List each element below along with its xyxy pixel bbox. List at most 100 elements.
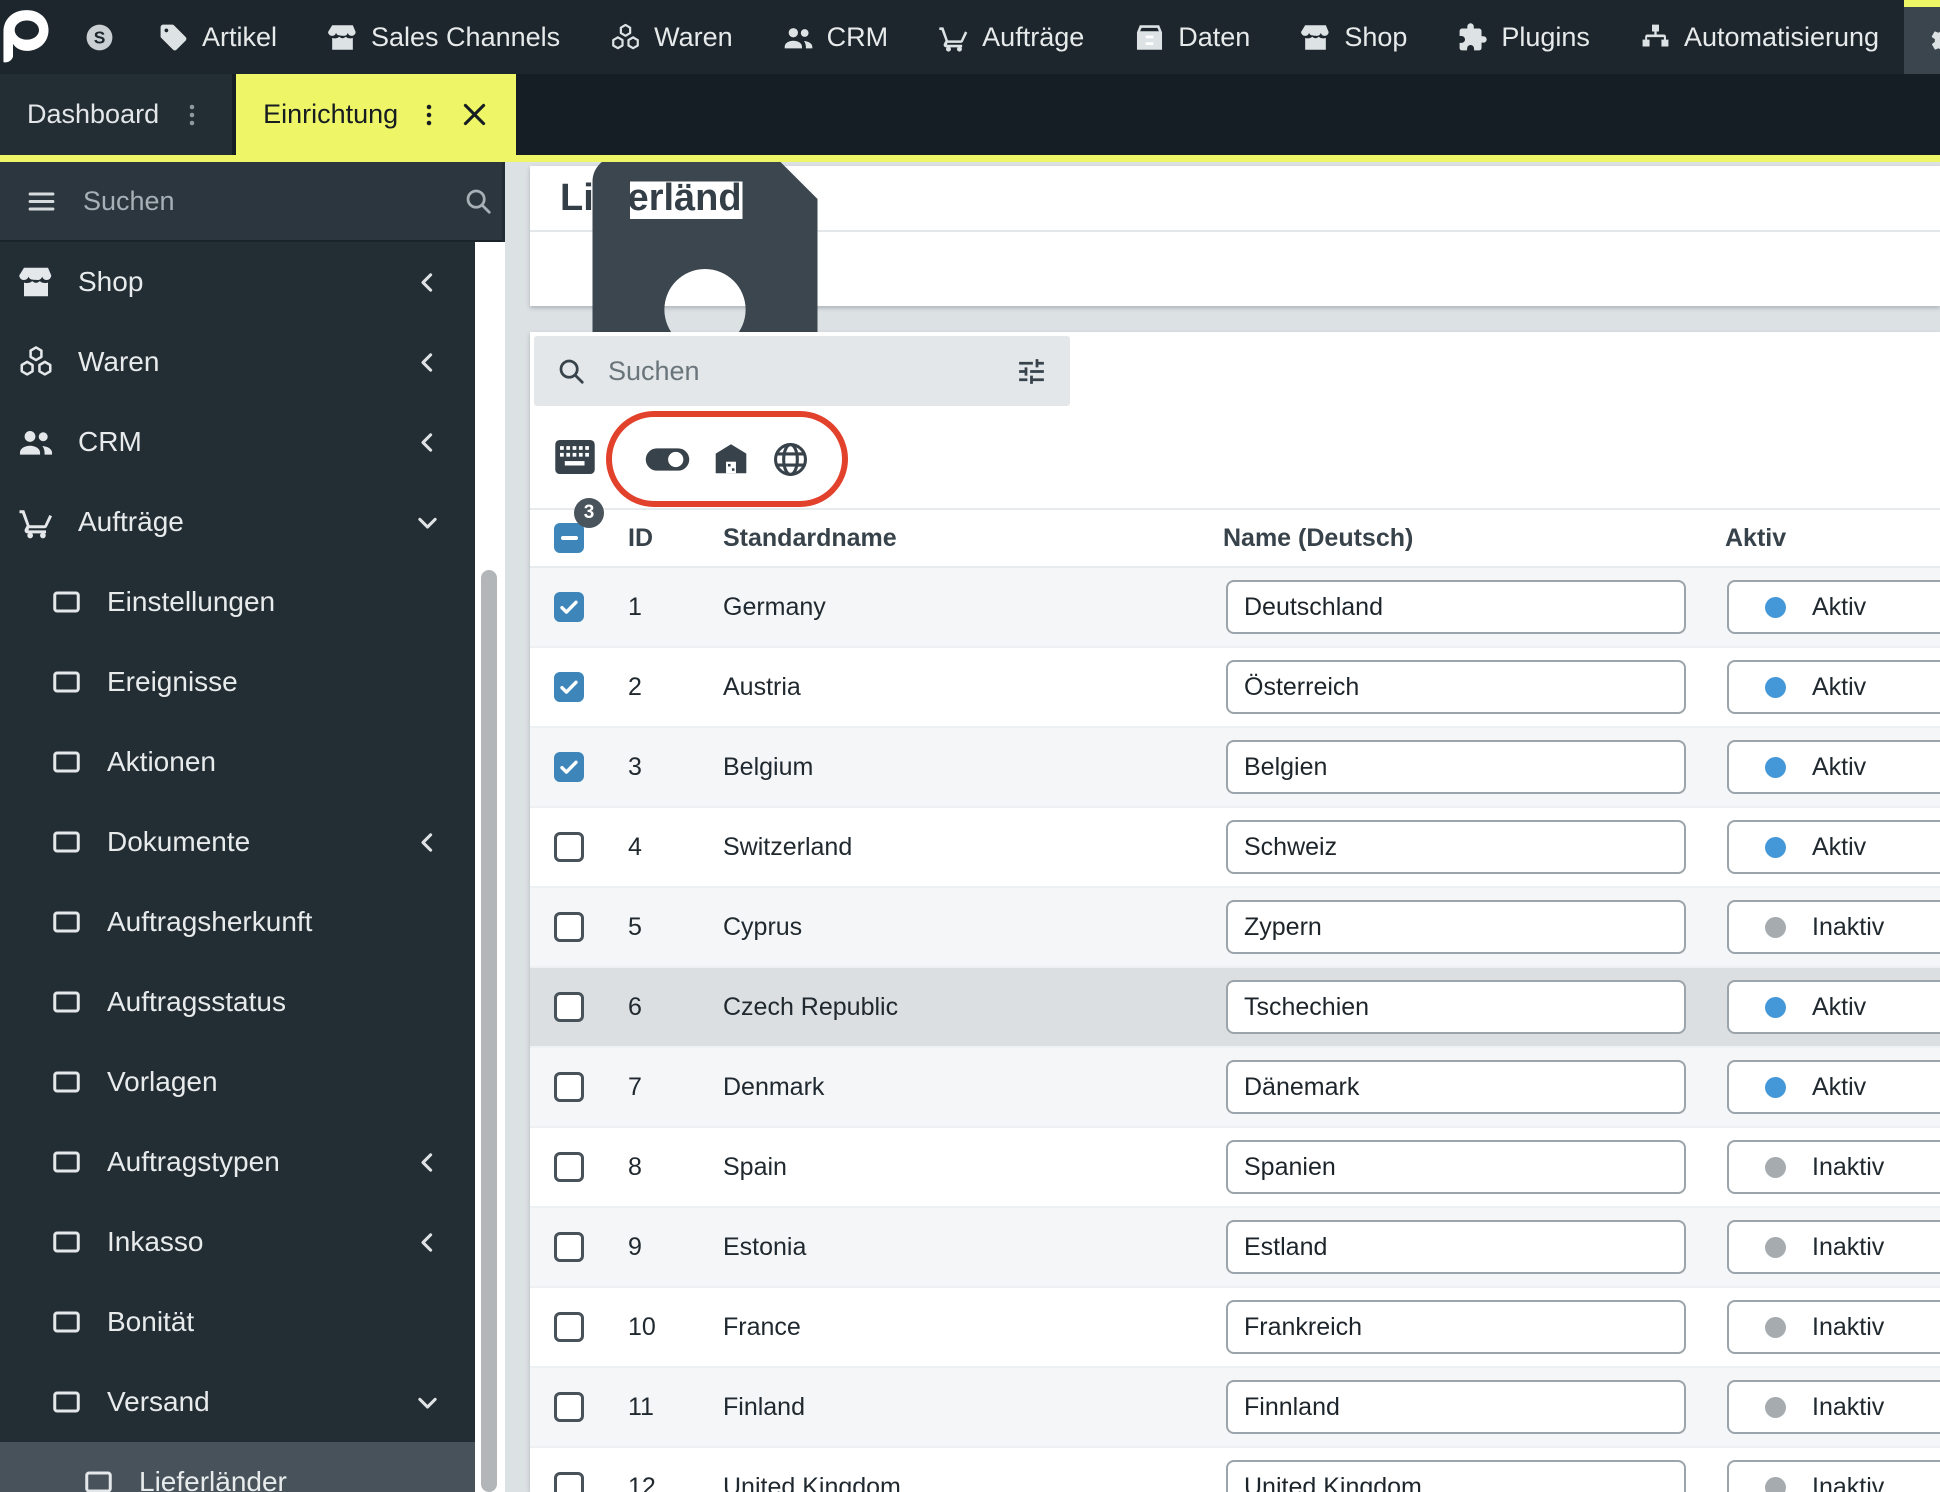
nav-item-s-coin[interactable]: S (66, 0, 133, 74)
menu-hamburger-icon[interactable] (26, 186, 57, 217)
column-header-id[interactable]: ID (628, 524, 723, 553)
name-de-input[interactable] (1226, 660, 1686, 714)
nav-item-artikel[interactable]: Artikel (133, 0, 302, 74)
table-search-input[interactable] (608, 355, 993, 387)
nav-item-shop[interactable]: Shop (1275, 0, 1432, 74)
row-checkbox[interactable] (554, 992, 584, 1022)
active-select[interactable]: Inaktiv (1727, 1140, 1940, 1194)
sidebar-item-vorlagen[interactable]: Vorlagen (0, 1042, 475, 1122)
row-checkbox[interactable] (554, 1392, 584, 1422)
sidebar-item-bonit-t[interactable]: Bonität (0, 1282, 475, 1362)
active-select[interactable]: Aktiv (1727, 980, 1940, 1034)
tab-dashboard[interactable]: Dashboard (0, 74, 233, 155)
sidebar-item-inkasso[interactable]: Inkasso (0, 1202, 475, 1282)
nav-item-auftr-ge[interactable]: Aufträge (913, 0, 1109, 74)
name-de-input[interactable] (1226, 1060, 1686, 1114)
name-de-input[interactable] (1226, 1300, 1686, 1354)
row-checkbox[interactable] (554, 1472, 584, 1492)
sidebar-item-crm[interactable]: CRM (0, 402, 475, 482)
table-row[interactable]: 9 Estonia Inaktiv (530, 1208, 1940, 1288)
active-select[interactable]: Inaktiv (1727, 1460, 1940, 1492)
active-select[interactable]: Aktiv (1727, 580, 1940, 634)
table-row[interactable]: 3 Belgium Aktiv (530, 728, 1940, 808)
table-row[interactable]: 10 France Inaktiv (530, 1288, 1940, 1368)
warehouse-icon[interactable] (713, 441, 749, 477)
row-checkbox[interactable] (554, 1152, 584, 1182)
row-checkbox[interactable] (554, 672, 584, 702)
name-de-input[interactable] (1226, 820, 1686, 874)
active-select[interactable]: Aktiv (1727, 660, 1940, 714)
active-select[interactable]: Inaktiv (1727, 1380, 1940, 1434)
globe-icon[interactable] (771, 440, 810, 479)
name-de-input[interactable] (1226, 1460, 1686, 1492)
sidebar-item-dokumente[interactable]: Dokumente (0, 802, 475, 882)
sidebar-item-auftragstypen[interactable]: Auftragstypen (0, 1122, 475, 1202)
sidebar-scrollbar-thumb[interactable] (481, 570, 497, 1492)
name-de-input[interactable] (1226, 580, 1686, 634)
toggle-active-icon[interactable] (644, 445, 691, 474)
table-row[interactable]: 7 Denmark Aktiv (530, 1048, 1940, 1128)
kebab-menu-icon[interactable] (179, 102, 205, 128)
row-checkbox[interactable] (554, 832, 584, 862)
sidebar-item-versand[interactable]: Versand (0, 1362, 475, 1442)
nav-item-daten[interactable]: Daten (1109, 0, 1275, 74)
table-row[interactable]: 1 Germany Aktiv (530, 568, 1940, 648)
sidebar-item-waren[interactable]: Waren (0, 322, 475, 402)
filter-tune-icon[interactable] (1015, 355, 1048, 388)
name-de-input[interactable] (1226, 740, 1686, 794)
name-de-input[interactable] (1226, 1220, 1686, 1274)
column-header-name-de[interactable]: Name (Deutsch) (1223, 524, 1698, 553)
tab-bar: Dashboard Einrichtung (0, 74, 1940, 155)
sidebar-item-auftragsstatus[interactable]: Auftragsstatus (0, 962, 475, 1042)
nav-item-waren[interactable]: Waren (585, 0, 758, 74)
active-select[interactable]: Inaktiv (1727, 1220, 1940, 1274)
sidebar-item-shop[interactable]: Shop (0, 242, 475, 322)
name-de-input[interactable] (1226, 980, 1686, 1034)
row-checkbox[interactable] (554, 592, 584, 622)
row-checkbox[interactable] (554, 1232, 584, 1262)
row-checkbox[interactable] (554, 1312, 584, 1342)
name-de-input[interactable] (1226, 1140, 1686, 1194)
svg-text:S: S (94, 27, 106, 47)
search-icon[interactable] (463, 186, 493, 216)
tab-einrichtung[interactable]: Einrichtung (236, 74, 517, 155)
active-select[interactable]: Aktiv (1727, 820, 1940, 874)
sidebar-item-aktionen[interactable]: Aktionen (0, 722, 475, 802)
table-row[interactable]: 8 Spain Inaktiv (530, 1128, 1940, 1208)
keyboard-shortcuts-icon[interactable] (554, 440, 596, 474)
row-checkbox[interactable] (554, 912, 584, 942)
nav-item-automatisierung[interactable]: Automatisierung (1615, 0, 1904, 74)
nav-item-einrichtung[interactable]: Einrichtung (1904, 0, 1940, 74)
name-de-input[interactable] (1226, 900, 1686, 954)
nav-item-plugins[interactable]: Plugins (1432, 0, 1615, 74)
nav-item-sales-channels[interactable]: Sales Channels (302, 0, 585, 74)
table-row[interactable]: 11 Finland Inaktiv (530, 1368, 1940, 1448)
sidebar-item-auftr-ge[interactable]: Aufträge (0, 482, 475, 562)
close-icon[interactable] (460, 100, 489, 129)
sidebar-item-lieferl-nder[interactable]: Lieferländer (0, 1442, 475, 1492)
nav-item-crm[interactable]: CRM (758, 0, 914, 74)
column-header-standardname[interactable]: Standardname (723, 524, 1223, 553)
table-row[interactable]: 4 Switzerland Aktiv (530, 808, 1940, 888)
sidebar-item-einstellungen[interactable]: Einstellungen (0, 562, 475, 642)
sidebar-item-auftragsherkunft[interactable]: Auftragsherkunft (0, 882, 475, 962)
table-row[interactable]: 2 Austria Aktiv (530, 648, 1940, 728)
active-select[interactable]: Inaktiv (1727, 900, 1940, 954)
active-select[interactable]: Inaktiv (1727, 1300, 1940, 1354)
table-row[interactable]: 5 Cyprus Inaktiv (530, 888, 1940, 968)
table-row[interactable]: 6 Czech Republic Aktiv (530, 968, 1940, 1048)
active-select[interactable]: Aktiv (1727, 740, 1940, 794)
sidebar-search-input[interactable] (83, 185, 437, 217)
top-nav: S Artikel Sales Channels Waren CRM Auftr… (0, 0, 1940, 74)
sidebar-item-ereignisse[interactable]: Ereignisse (0, 642, 475, 722)
name-de-input[interactable] (1226, 1380, 1686, 1434)
app-logo[interactable] (0, 0, 52, 74)
kebab-menu-icon[interactable] (416, 102, 442, 128)
table-row[interactable]: 12 United Kingdom Inaktiv (530, 1448, 1940, 1492)
chevron-down-icon (414, 509, 441, 536)
active-select[interactable]: Aktiv (1727, 1060, 1940, 1114)
row-checkbox[interactable] (554, 1072, 584, 1102)
row-checkbox[interactable] (554, 752, 584, 782)
column-header-aktiv[interactable]: Aktiv (1698, 524, 1940, 553)
select-all-checkbox[interactable] (554, 523, 584, 553)
